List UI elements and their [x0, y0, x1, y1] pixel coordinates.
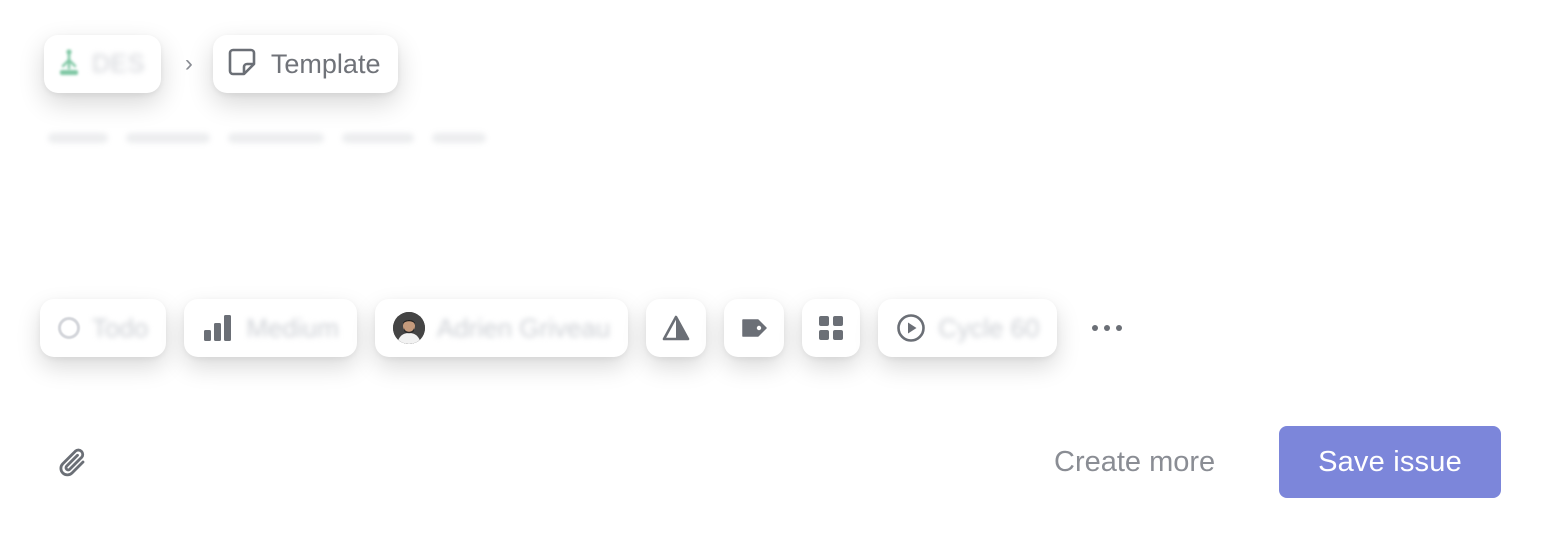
team-label: DES — [92, 49, 145, 78]
play-circle-icon — [896, 313, 926, 343]
more-options-button[interactable] — [1081, 299, 1133, 357]
status-label: Todo — [92, 312, 149, 343]
save-issue-button[interactable]: Save issue — [1279, 426, 1501, 498]
paperclip-icon — [57, 446, 91, 487]
estimate-button[interactable] — [646, 299, 707, 357]
attach-file-button[interactable] — [54, 446, 94, 486]
team-tree-icon — [56, 48, 82, 80]
signal-bars-icon — [202, 314, 234, 342]
team-selector[interactable]: DES — [44, 35, 161, 93]
issue-properties-toolbar: Todo Medium Adrien Griveau Cycle 60 — [40, 296, 1133, 360]
avatar — [392, 312, 425, 344]
more-horizontal-icon — [1091, 319, 1123, 337]
chevron-right-icon: › — [184, 50, 193, 77]
cycle-button[interactable]: Cycle 60 — [878, 299, 1058, 357]
assignee-button[interactable]: Adrien Griveau — [374, 299, 629, 357]
status-button[interactable]: Todo — [40, 299, 167, 357]
priority-button[interactable]: Medium — [184, 299, 357, 357]
grid-icon — [818, 315, 844, 341]
sticky-note-icon — [227, 47, 257, 82]
template-selector[interactable]: Template — [212, 35, 399, 93]
triangle-estimate-icon — [662, 315, 690, 341]
circle-status-icon — [58, 317, 80, 339]
priority-label: Medium — [246, 312, 339, 343]
title-placeholder-ghost — [48, 126, 528, 150]
template-label: Template — [270, 48, 381, 79]
breadcrumb: DES › Template — [44, 30, 399, 98]
create-more-toggle[interactable]: Create more — [1054, 442, 1215, 482]
tag-icon — [740, 317, 768, 339]
project-button[interactable] — [802, 299, 861, 357]
cycle-label: Cycle 60 — [938, 312, 1040, 343]
label-button[interactable] — [724, 299, 785, 357]
assignee-label: Adrien Griveau — [436, 312, 611, 343]
